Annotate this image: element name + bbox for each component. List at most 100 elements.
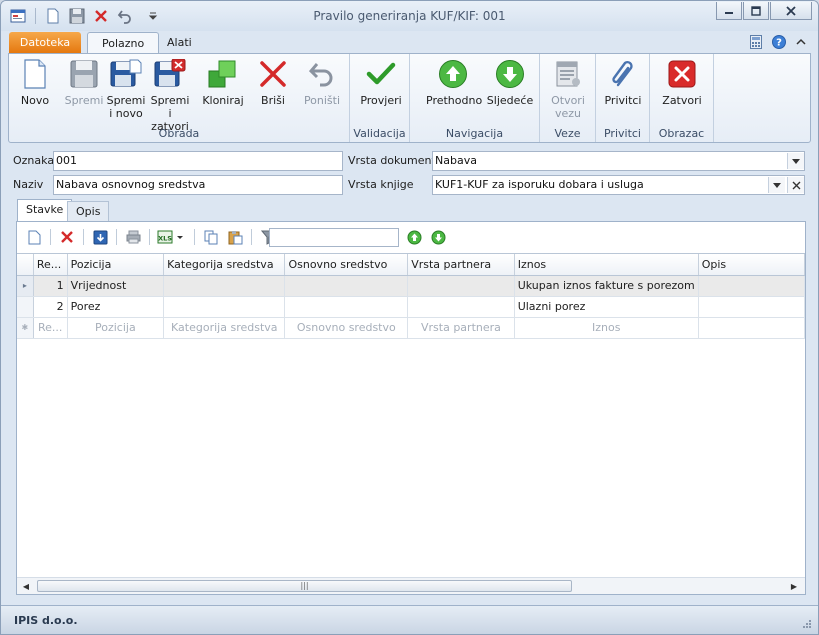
prethodno-button[interactable]: Prethodno [426,58,482,107]
scroll-right-icon[interactable]: ▶ [787,580,801,593]
column-header-redni-broj[interactable]: Re... [33,254,68,276]
group-label-veze: Veze [554,127,581,140]
grid-cell[interactable]: Vrijednost [67,275,165,297]
grid-export-excel-button[interactable]: XLS [155,227,189,247]
grid-cell[interactable]: 1 [33,275,68,297]
sljedece-button[interactable]: Sljedeće [486,58,534,107]
grid-paste-button[interactable] [224,227,246,247]
spremi-button[interactable]: Spremi [63,58,105,107]
row-indicator-header [17,254,34,276]
close-icon [668,60,696,88]
brisi-button[interactable]: Briši [253,58,293,107]
grid-print-button[interactable] [122,227,144,247]
otvori-vezu-button[interactable]: Otvori vezu [546,58,590,120]
new-row[interactable]: ✱ Re... Pozicija Kategorija sredstva Osn… [17,317,806,339]
grid-cell[interactable] [698,296,806,318]
table-row[interactable]: ▸ 1 Vrijednost Ukupan iznos fakture s po… [17,275,806,297]
naziv-input[interactable]: Nabava osnovnog sredstva [53,175,343,195]
group-obrazac: Zatvori Obrazac [650,54,714,142]
column-header-kategorija-sredstva[interactable]: Kategorija sredstva [163,254,286,276]
grid-cell[interactable] [284,275,409,297]
tab-polazno[interactable]: Polazno [87,32,160,53]
grid-header-row: Re... Pozicija Kategorija sredstva Osnov… [17,254,806,276]
vrsta-knjige-dropdown-button[interactable] [768,177,785,193]
minimize-button[interactable] [716,2,742,20]
vrsta-dokumenta-dropdown-button[interactable] [787,153,804,169]
oznaka-label: Oznaka [13,154,55,167]
grid-cell[interactable]: Ukupan iznos fakture s porezom [514,275,699,297]
window-title: Pravilo generiranja KUF/KIF: 001 [313,9,506,23]
scroll-left-icon[interactable]: ◀ [19,580,33,593]
grid-cell-placeholder[interactable]: Pozicija [67,317,165,339]
grid-cell-placeholder[interactable]: Osnovno sredstvo [284,317,409,339]
kloniraj-button[interactable]: Kloniraj [199,58,247,107]
calculator-icon[interactable] [750,35,762,49]
group-navigacija: Prethodno Sljedeće Navigacija [410,54,540,142]
new-row-icon [28,230,40,244]
column-header-vrsta-partnera[interactable]: Vrsta partnera [407,254,515,276]
scroll-thumb[interactable]: ||| [37,580,572,592]
grid-cell[interactable] [163,296,286,318]
tab-opis[interactable]: Opis [67,201,110,221]
chevron-down-icon [773,182,781,188]
window-controls [716,2,812,20]
grid-cell-placeholder[interactable]: Re... [33,317,68,339]
grid-cell[interactable] [698,275,806,297]
vrsta-dokumenta-select[interactable]: Nabava [432,151,805,171]
grid-next-icon[interactable] [431,230,446,245]
grid-delete-button[interactable] [56,227,78,247]
novo-button[interactable]: Novo [17,58,53,107]
grid-new-button[interactable] [23,227,45,247]
horizontal-scrollbar[interactable]: ◀ ||| ▶ [17,577,805,594]
open-link-icon [556,61,580,87]
grid-copy-button[interactable] [200,227,222,247]
grid-toolbar: XLS [23,227,279,247]
maximize-button[interactable] [743,2,769,20]
provjeri-button[interactable]: Provjeri [358,58,404,107]
tab-stavke[interactable]: Stavke [17,199,73,221]
spremi-i-novo-button[interactable]: Spremi i novo [106,58,146,120]
paste-icon [228,230,242,244]
zatvori-button[interactable]: Zatvori [658,58,706,107]
oznaka-input[interactable]: 001 [53,151,343,171]
vrsta-knjige-select[interactable]: KUF1-KUF za isporuku dobara i usluga [432,175,805,195]
group-privitci: Privitci Privitci [596,54,650,142]
naziv-label: Naziv [13,178,44,191]
column-header-iznos[interactable]: Iznos [514,254,699,276]
grid-cell-placeholder[interactable]: Vrsta partnera [407,317,515,339]
copy-icon [204,230,217,244]
resize-grip-icon[interactable] [802,619,812,629]
close-window-button[interactable] [770,2,812,20]
excel-export-icon: XLS [157,230,183,244]
grid-cell-placeholder[interactable] [698,317,806,339]
tab-alati[interactable]: Alati [153,32,206,53]
grid-cell[interactable] [284,296,409,318]
grid-cell[interactable] [163,275,286,297]
collapse-ribbon-icon[interactable] [796,37,806,47]
column-header-osnovno-sredstvo[interactable]: Osnovno sredstvo [284,254,409,276]
column-header-opis[interactable]: Opis [698,254,806,276]
grid-cell-placeholder[interactable]: Kategorija sredstva [163,317,286,339]
grid-cell[interactable]: 2 [33,296,68,318]
spremi-i-zatvori-button[interactable]: Spremi i zatvori [149,58,191,133]
table-row[interactable]: 2 Porez Ulazni porez [17,296,806,318]
new-document-icon [24,59,46,89]
grid-cell[interactable]: Ulazni porez [514,296,699,318]
column-header-pozicija[interactable]: Pozicija [67,254,165,276]
grid-cell-placeholder[interactable]: Iznos [514,317,699,339]
vrsta-knjige-clear-button[interactable] [787,177,804,193]
ponisti-button[interactable]: Poništi [299,58,345,107]
grid-cell[interactable] [407,275,515,297]
group-label-privitci: Privitci [603,127,641,140]
grid-cell[interactable] [407,296,515,318]
grid-previous-icon[interactable] [407,230,422,245]
tab-datoteka[interactable]: Datoteka [9,32,81,53]
grid-filter-input[interactable] [269,228,399,247]
row-indicator [17,296,34,318]
privitci-button[interactable]: Privitci [600,58,646,107]
grid-save-button[interactable] [89,227,111,247]
ribbon: Novo Spremi Spremi i novo Spremi i zatvo… [8,53,811,143]
close-icon [786,5,796,16]
grid-cell[interactable]: Porez [67,296,165,318]
help-icon[interactable]: ? [772,35,786,49]
